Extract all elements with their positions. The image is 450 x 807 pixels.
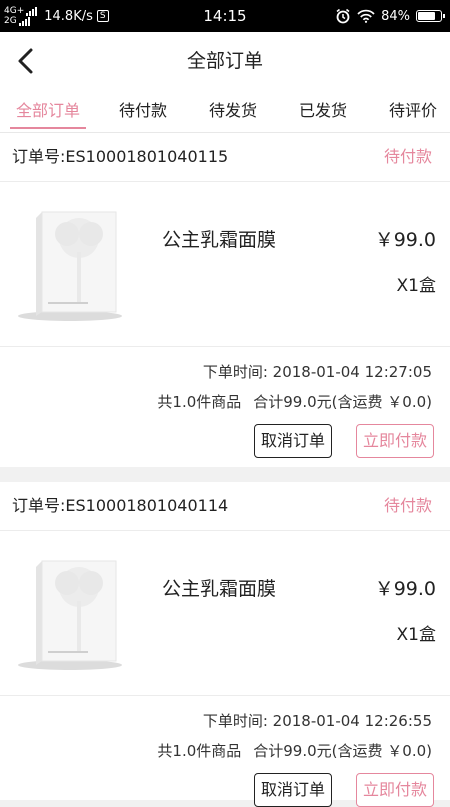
chevron-left-icon[interactable] [12,46,42,76]
product-name: 公主乳霜面膜 [162,229,277,251]
tab-label: 已发货 [299,101,348,120]
tab-label: 全部订单 [16,101,81,120]
order-number: 订单号:ES10001801040115 [12,147,229,166]
tab-label: 待评价 [389,101,438,120]
order-card-header: 订单号:ES10001801040115 待付款 [0,133,450,182]
order-status: 待付款 [383,147,432,166]
product-quantity: X1盒 [396,625,436,645]
product-quantity: X1盒 [396,276,436,296]
tab-pending-shipment[interactable]: 待发货 [209,90,257,132]
order-total-line: 共1.0件商品 合计99.0元(含运费 ￥0.0) [157,391,432,412]
order-tabs: 全部订单 待付款 待发货 已发货 待评价 [0,90,450,133]
alarm-icon [336,8,350,24]
product-name: 公主乳霜面膜 [162,578,277,600]
order-status: 待付款 [383,496,432,515]
pay-now-button[interactable]: 立即付款 [355,773,434,807]
tab-label: 待付款 [119,101,168,120]
page-title: 全部订单 [186,50,263,72]
tab-pending-payment[interactable]: 待付款 [119,90,167,132]
order-time: 下单时间: 2018-01-04 12:26:55 [202,712,432,730]
order-summary: 下单时间: 2018-01-04 12:26:55 共1.0件商品 合计99.0元… [0,696,450,807]
cancel-order-button[interactable]: 取消订单 [253,773,332,807]
order-product[interactable]: 公主乳霜面膜 ￥99.0 X1盒 [0,182,450,347]
product-price: ￥99.0 [374,229,436,251]
status-bar: 4G+ 2G 14.8K/s S 14:15 84% [0,0,450,32]
order-total: 合计99.0元(含运费 ￥0.0) [253,393,432,411]
order-total: 合计99.0元(含运费 ￥0.0) [253,742,432,760]
product-price: ￥99.0 [374,578,436,600]
order-number: 订单号:ES10001801040114 [12,496,229,515]
tab-pending-review[interactable]: 待评价 [389,90,437,132]
order-summary: 下单时间: 2018-01-04 12:27:05 共1.0件商品 合计99.0元… [0,347,450,458]
battery-percent: 84% [381,8,410,24]
order-card: 订单号:ES10001801040115 待付款 公主乳霜面膜 ￥99.0 X1… [0,133,450,467]
item-count: 共1.0件商品 [157,393,242,411]
item-count: 共1.0件商品 [157,742,242,760]
order-time: 下单时间: 2018-01-04 12:27:05 [202,363,432,381]
order-product[interactable]: 公主乳霜面膜 ￥99.0 X1盒 [0,531,450,696]
pay-now-button[interactable]: 立即付款 [355,424,434,458]
order-card-header: 订单号:ES10001801040114 待付款 [0,482,450,531]
product-image [18,211,122,321]
order-card: 订单号:ES10001801040114 待付款 公主乳霜面膜 ￥99.0 X1… [0,482,450,807]
active-tab-indicator [10,127,87,129]
order-total-line: 共1.0件商品 合计99.0元(含运费 ￥0.0) [157,740,432,761]
tab-label: 待发货 [209,101,258,120]
battery-icon [416,10,445,22]
tab-all-orders[interactable]: 全部订单 [10,90,87,132]
product-image [18,560,122,670]
tab-shipped[interactable]: 已发货 [299,90,347,132]
wifi-icon [357,9,375,23]
page-header: 全部订单 [0,32,450,90]
cancel-order-button[interactable]: 取消订单 [253,424,332,458]
